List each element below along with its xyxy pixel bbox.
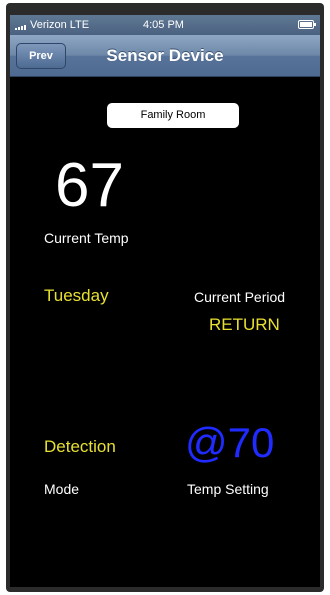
current-temp-label: Current Temp xyxy=(44,230,129,246)
mode-value[interactable]: Detection xyxy=(44,437,116,457)
current-period-value: RETURN xyxy=(209,315,280,334)
navigation-bar: Prev Sensor Device xyxy=(10,35,320,77)
battery-icon xyxy=(298,20,316,29)
mode-label: Mode xyxy=(44,481,80,497)
status-bar: Verizon LTE 4:05 PM xyxy=(10,15,320,35)
page-title: Sensor Device xyxy=(106,46,224,65)
temp-setting-value[interactable]: @70 xyxy=(185,420,274,466)
signal-bars-icon xyxy=(15,25,26,30)
carrier-label: Verizon LTE xyxy=(30,19,90,31)
current-temp-value: 67 xyxy=(55,151,124,220)
current-period-label: Current Period xyxy=(194,289,286,305)
prev-button[interactable]: Prev xyxy=(16,43,66,69)
app-screen: Verizon LTE 4:05 PM Prev Sensor Device F… xyxy=(10,15,320,587)
temp-setting-label: Temp Setting xyxy=(187,481,269,497)
status-time: 4:05 PM xyxy=(143,19,184,31)
day-value: Tuesday xyxy=(44,286,109,305)
room-selector-button[interactable]: Family Room xyxy=(107,103,239,128)
